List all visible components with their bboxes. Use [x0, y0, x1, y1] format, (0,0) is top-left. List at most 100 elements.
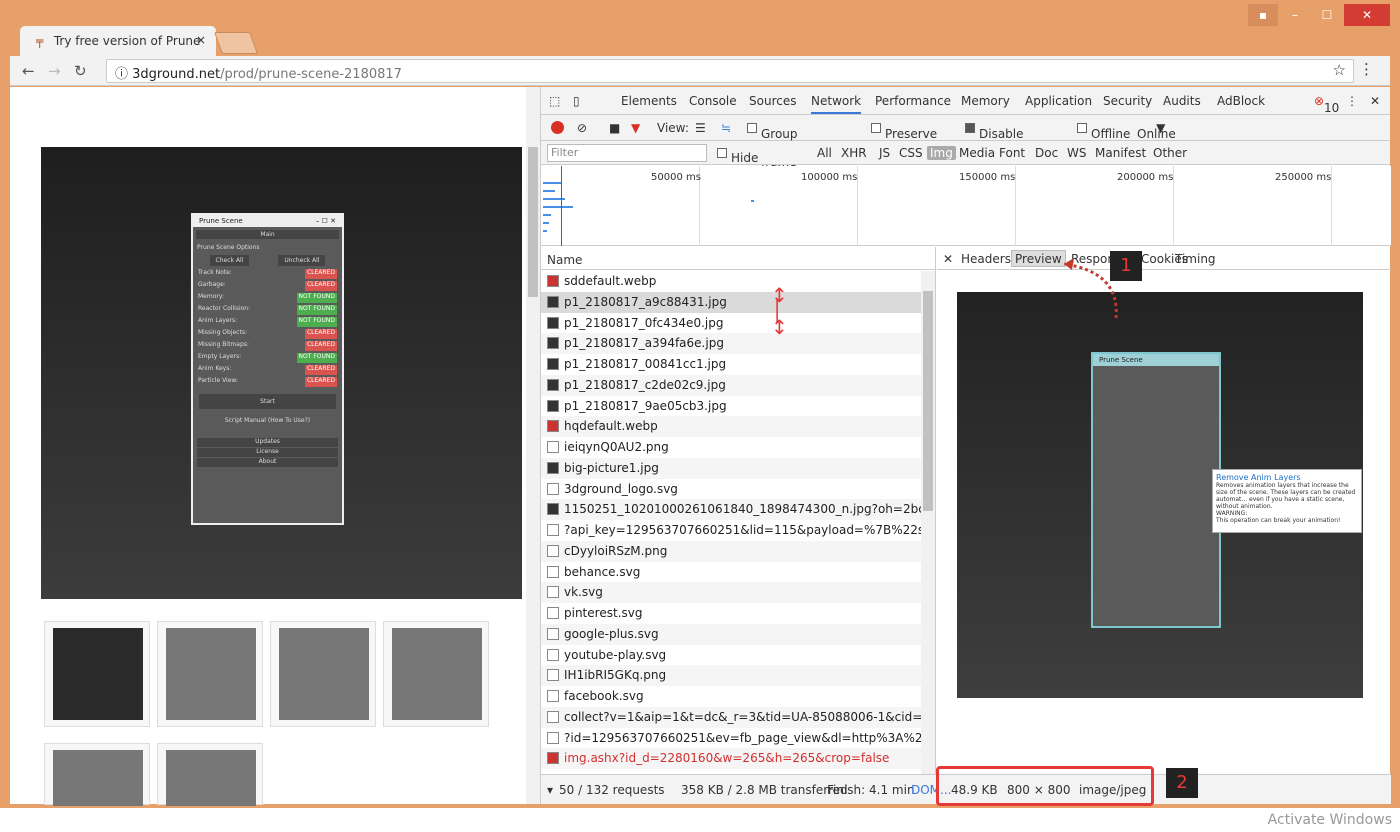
bookmark-star-icon[interactable]: ☆	[1333, 61, 1346, 79]
request-row[interactable]: p1_2180817_a394fa6e.jpg	[541, 333, 921, 354]
file-type-icon	[547, 731, 559, 744]
filter-type-ws[interactable]: WS	[1067, 146, 1086, 160]
preserve-log-checkbox[interactable]: Preserve log	[871, 121, 937, 155]
record-icon[interactable]	[551, 121, 564, 134]
request-row[interactable]: collect?v=1&aip=1&t=dc&_r=3&tid=UA-85088…	[541, 706, 921, 728]
close-window-icon[interactable]: ✕	[1344, 4, 1390, 26]
devtools-close-icon[interactable]: ✕	[1370, 94, 1380, 108]
waterfall-icon[interactable]: ≒	[721, 121, 731, 135]
filter-type-js[interactable]: JS	[879, 146, 890, 160]
user-profile-icon[interactable]: ▪	[1248, 4, 1278, 26]
devtools-tab-sources[interactable]: Sources	[749, 94, 796, 108]
section-list: Updates License About	[193, 438, 342, 467]
devtools-tab-performance[interactable]: Performance	[875, 94, 951, 108]
request-row[interactable]: p1_2180817_9ae05cb3.jpg	[541, 396, 921, 417]
minimize-icon[interactable]: –	[1280, 4, 1310, 26]
thumbnail[interactable]	[157, 621, 263, 727]
request-row[interactable]: 3dground_logo.svg	[541, 479, 921, 500]
tab-close-icon[interactable]: ×	[196, 33, 206, 47]
request-row[interactable]: IH1ibRI5GKq.png	[541, 665, 921, 686]
devtools-tab-elements[interactable]: Elements	[621, 94, 677, 108]
file-type-icon	[547, 669, 559, 682]
disable-cache-checkbox[interactable]: Disable cache	[965, 121, 1024, 155]
maximize-icon[interactable]: ☐	[1312, 4, 1342, 26]
scroll-down-icon[interactable]: ▾	[547, 783, 553, 797]
filter-type-all[interactable]: All	[817, 146, 832, 160]
name-column-header[interactable]: Name	[541, 247, 935, 270]
device-toolbar-icon[interactable]: ▯	[573, 94, 580, 108]
reload-icon[interactable]: ↻	[74, 62, 87, 80]
thumbnail[interactable]	[270, 621, 376, 727]
request-row[interactable]: facebook.svg	[541, 686, 921, 707]
devtools-tab-memory[interactable]: Memory	[961, 94, 1010, 108]
detail-close-icon[interactable]: ✕	[943, 252, 953, 266]
filter-icon[interactable]: ▼	[631, 121, 640, 135]
devtools-tab-application[interactable]: Application	[1025, 94, 1092, 108]
filter-input[interactable]: Filter	[547, 144, 707, 162]
offline-checkbox[interactable]: Offline	[1077, 121, 1130, 141]
large-rows-icon[interactable]: ☰	[695, 121, 706, 135]
detail-tab-timing[interactable]: Timing	[1175, 252, 1216, 266]
thumbnail[interactable]	[383, 621, 489, 727]
request-row[interactable]: p1_2180817_c2de02c9.jpg	[541, 374, 921, 396]
request-row[interactable]: google-plus.svg	[541, 623, 921, 645]
request-row[interactable]: youtube-play.svg	[541, 645, 921, 666]
request-name: IH1ibRI5GKq.png	[564, 668, 667, 683]
request-row[interactable]: sddefault.webp	[541, 271, 921, 292]
thumbnail[interactable]	[44, 621, 150, 727]
request-row[interactable]: big-picture1.jpg	[541, 457, 921, 479]
capture-screenshots-icon[interactable]: ■	[609, 121, 620, 135]
group-by-frame-checkbox[interactable]: Group by frame	[747, 121, 798, 169]
browser-menu-icon[interactable]: ⋮	[1359, 60, 1374, 78]
filter-type-media[interactable]: Media	[959, 146, 995, 160]
filter-type-doc[interactable]: Doc	[1035, 146, 1058, 160]
forward-arrow-icon[interactable]: →	[48, 62, 61, 80]
filter-type-font[interactable]: Font	[999, 146, 1025, 160]
thumbnail[interactable]	[157, 743, 263, 806]
detail-tab-headers[interactable]: Headers	[961, 252, 1011, 266]
request-row[interactable]: img.ashx?id_d=2280160&w=265&h=265&crop=f…	[541, 748, 921, 769]
new-tab-button[interactable]	[213, 32, 259, 54]
devtools-tab-console[interactable]: Console	[689, 94, 737, 108]
filter-type-manifest[interactable]: Manifest	[1095, 146, 1146, 160]
request-row[interactable]: ?id=129563707660251&ev=fb_page_view&dl=h…	[541, 728, 921, 749]
file-type-icon	[547, 752, 559, 765]
request-row[interactable]: vk.svg	[541, 582, 921, 603]
file-type-icon	[547, 710, 559, 723]
request-row[interactable]: cDyyloiRSzM.png	[541, 540, 921, 562]
request-row[interactable]: ?api_key=129563707660251&lid=115&payload…	[541, 520, 921, 541]
request-row[interactable]: behance.svg	[541, 562, 921, 583]
devtools-tab-audits[interactable]: Audits	[1163, 94, 1201, 108]
request-row[interactable]: 1150251_10201000261061840_1898474300_n.j…	[541, 499, 921, 520]
browser-tab[interactable]: ╤ Try free version of Prune ×	[20, 26, 216, 56]
url-input[interactable]: ⓘ 3dground.net/prod/prune-scene-2180817	[106, 59, 1354, 83]
devtools-tab-adblock[interactable]: AdBlock	[1217, 94, 1265, 108]
hide-data-urls-checkbox[interactable]: Hide data URLs	[717, 146, 761, 193]
devtools-tab-security[interactable]: Security	[1103, 94, 1152, 108]
throttling-select[interactable]: Online ▼	[1137, 121, 1176, 141]
devtools-menu-icon[interactable]: ⋮	[1346, 94, 1358, 108]
thumbnail[interactable]	[44, 743, 150, 806]
product-preview-image[interactable]: Prune Scene – ☐ ✕ Main Prune Scene Optio…	[41, 147, 522, 599]
filter-type-css[interactable]: CSS	[899, 146, 923, 160]
request-name: google-plus.svg	[564, 626, 659, 641]
request-row[interactable]: p1_2180817_00841cc1.jpg	[541, 354, 921, 375]
request-row[interactable]: pinterest.svg	[541, 603, 921, 624]
request-row[interactable]: p1_2180817_0fc434e0.jpg	[541, 313, 921, 334]
filter-type-img[interactable]: Img	[927, 146, 956, 160]
timeline-tick: 100000 ms	[801, 172, 858, 183]
clear-icon[interactable]: ⊘	[577, 121, 587, 135]
filter-type-other[interactable]: Other	[1153, 146, 1187, 160]
devtools-tab-network[interactable]: Network	[811, 94, 862, 114]
back-arrow-icon[interactable]: ←	[22, 62, 35, 80]
error-count[interactable]: ⊗ 10	[1314, 94, 1339, 115]
request-list-scrollbar[interactable]	[921, 271, 935, 774]
page-scrollbar[interactable]	[526, 87, 540, 804]
request-row[interactable]: ieiqynQ0AU2.png	[541, 437, 921, 458]
request-row[interactable]: hqdefault.webp	[541, 416, 921, 437]
filter-type-xhr[interactable]: XHR	[841, 146, 867, 160]
info-icon[interactable]: ⓘ	[115, 67, 132, 82]
option-row: Missing Objects: CLEARED	[193, 328, 342, 340]
request-row[interactable]: p1_2180817_a9c88431.jpg	[541, 291, 921, 313]
inspect-element-icon[interactable]: ⬚	[549, 94, 560, 108]
